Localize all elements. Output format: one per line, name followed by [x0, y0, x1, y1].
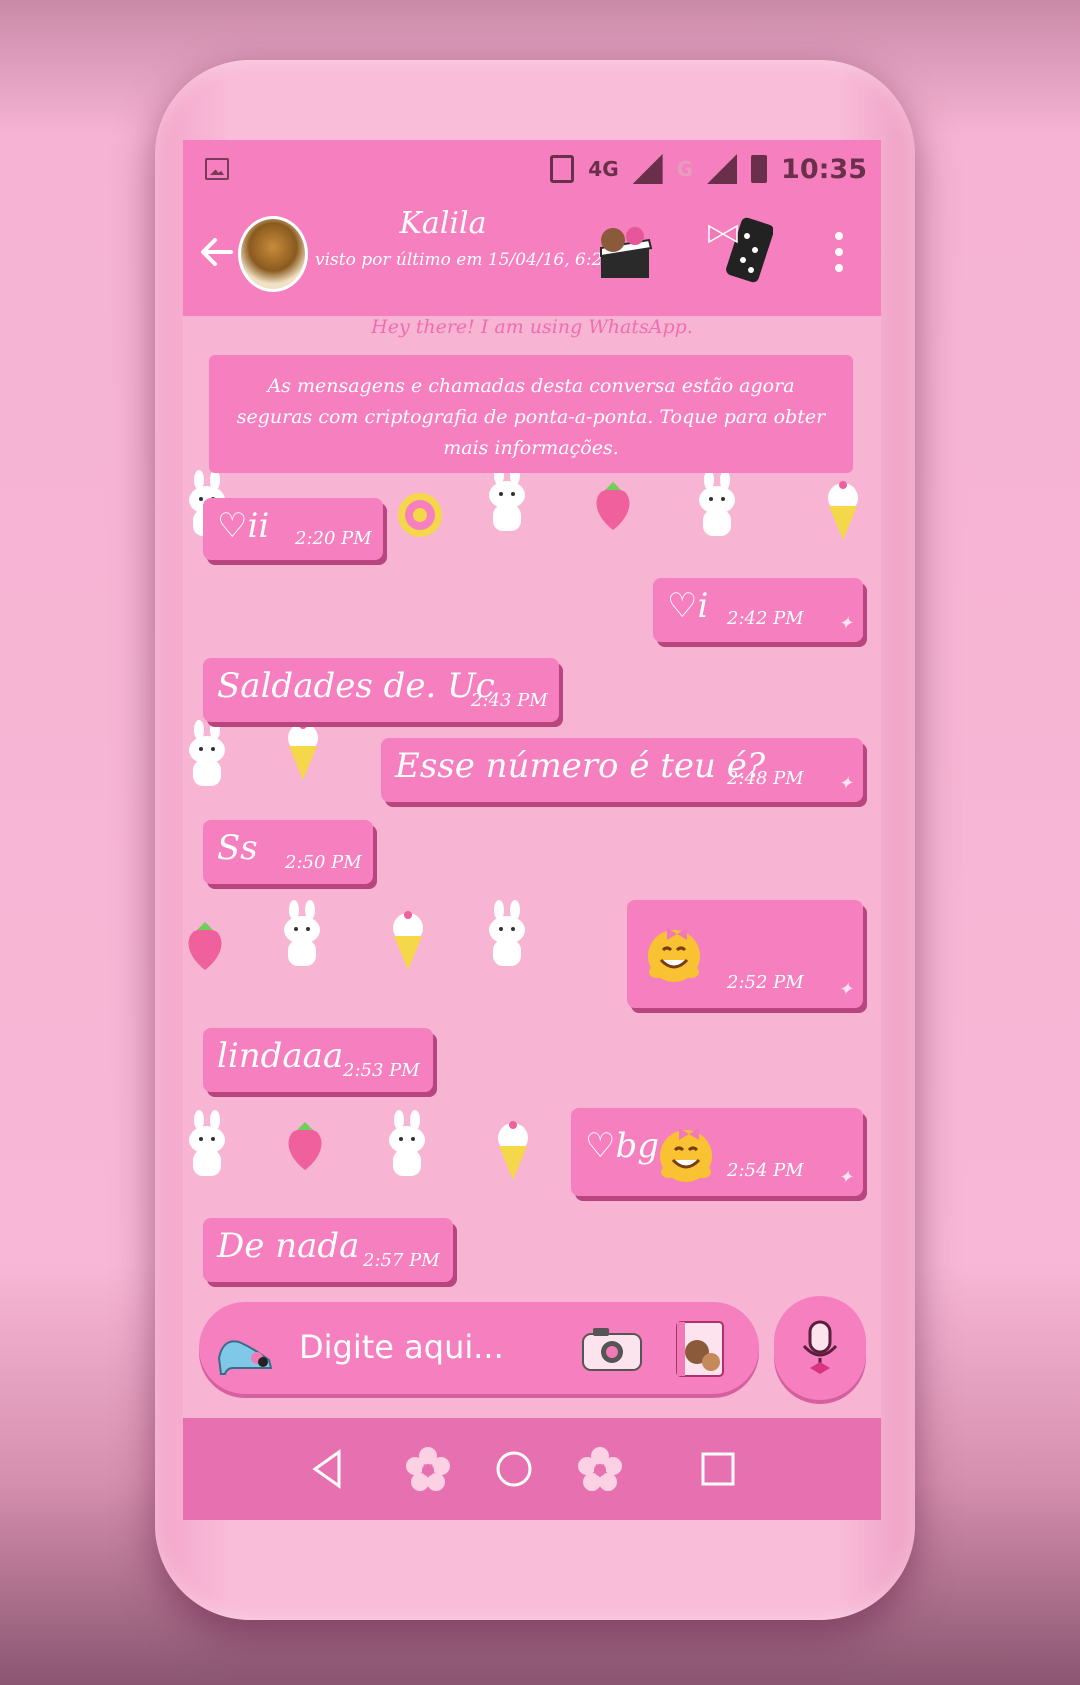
- star-icon: ✦: [837, 1167, 853, 1188]
- star-icon: ✦: [837, 979, 853, 1000]
- smiling-hug-emoji-icon: [660, 1128, 712, 1182]
- message-out[interactable]: Esse número é teu é? 2:48 PM ✦: [381, 738, 863, 802]
- star-icon: ✦: [837, 613, 853, 634]
- navigation-bar: [183, 1418, 881, 1520]
- microphone-button[interactable]: [774, 1296, 866, 1400]
- message-text: Saldades de. Uc: [217, 666, 495, 706]
- status-icons: 4G G 10:35: [550, 140, 867, 198]
- strawberry-icon: [188, 922, 222, 970]
- clapperboard-sticker-icon[interactable]: [593, 222, 663, 282]
- network-type-2: G: [676, 157, 694, 181]
- message-time: 2:53 PM: [343, 1060, 420, 1081]
- bunny-icon: [284, 900, 320, 966]
- message-in[interactable]: ♡ii 2:20 PM: [203, 498, 383, 560]
- message-time: 2:20 PM: [295, 528, 372, 549]
- message-input[interactable]: Digite aqui...: [299, 1328, 504, 1366]
- network-type: 4G: [588, 157, 619, 181]
- last-seen[interactable]: visto por último em 15/04/16, 6:21: [315, 250, 613, 270]
- bunny-icon: [389, 1110, 425, 1176]
- message-out[interactable]: ♡bg 2:54 PM ✦: [571, 1108, 863, 1196]
- status-bar: 4G G 10:35: [183, 140, 881, 198]
- battery-icon: [751, 155, 768, 183]
- message-input-bar[interactable]: Digite aqui...: [199, 1302, 759, 1394]
- message-time: 2:50 PM: [285, 852, 362, 873]
- vibrate-icon: [550, 155, 575, 183]
- shoe-icon[interactable]: [213, 1318, 277, 1378]
- strawberry-icon: [288, 1122, 322, 1170]
- message-in[interactable]: De nada 2:57 PM: [203, 1218, 453, 1282]
- donut-icon: [398, 493, 442, 537]
- camera-icon[interactable]: [579, 1324, 645, 1374]
- message-in[interactable]: Ss 2:50 PM: [203, 820, 373, 884]
- gallery-icon[interactable]: [671, 1318, 731, 1380]
- recents-square-icon[interactable]: [693, 1444, 743, 1494]
- phone-case-sticker-icon[interactable]: [703, 216, 774, 286]
- phone-screen: 4G G 10:35 Kalila visto por último em 15…: [183, 140, 881, 1520]
- image-notification-icon: [205, 158, 229, 180]
- chat-header: Kalila visto por último em 15/04/16, 6:2…: [183, 198, 881, 316]
- bunny-icon: [189, 720, 225, 786]
- signal-icon-2: [707, 154, 738, 184]
- more-vert-icon[interactable]: [833, 232, 845, 272]
- message-time: 2:57 PM: [363, 1250, 440, 1271]
- avatar[interactable]: [238, 216, 308, 292]
- message-text: De nada: [217, 1226, 360, 1266]
- message-time: 2:42 PM: [727, 608, 804, 629]
- microphone-icon: [802, 1320, 838, 1374]
- message-text: Esse número é teu é?: [395, 746, 766, 786]
- back-arrow-icon[interactable]: [197, 232, 237, 272]
- message-in[interactable]: Saldades de. Uc 2:43 PM: [203, 658, 559, 722]
- strawberry-icon: [596, 482, 630, 530]
- ice-cream-icon: [288, 721, 318, 780]
- contact-name[interactable]: Kalila: [323, 206, 563, 241]
- back-triangle-icon[interactable]: [303, 1444, 353, 1494]
- message-out[interactable]: 2:52 PM ✦: [627, 900, 863, 1008]
- message-text: lindaaa: [217, 1036, 344, 1076]
- bunny-icon: [699, 470, 735, 536]
- message-time: 2:43 PM: [471, 690, 548, 711]
- signal-icon: [632, 154, 663, 184]
- message-time: 2:54 PM: [727, 1160, 804, 1181]
- message-time: 2:52 PM: [727, 972, 804, 993]
- bunny-icon: [189, 1110, 225, 1176]
- flower-icon: [406, 1447, 450, 1491]
- message-text: Ss: [217, 828, 258, 868]
- ice-cream-icon: [498, 1121, 528, 1180]
- ice-cream-icon: [828, 481, 858, 540]
- encryption-notice[interactable]: As mensagens e chamadas desta conversa e…: [209, 355, 853, 473]
- bunny-icon: [489, 900, 525, 966]
- message-in[interactable]: lindaaa 2:53 PM: [203, 1028, 433, 1092]
- message-text: ♡i: [667, 586, 709, 626]
- home-circle-icon[interactable]: [489, 1444, 539, 1494]
- bunny-icon: [489, 465, 525, 531]
- star-icon: ✦: [837, 773, 853, 794]
- clock: 10:35: [781, 153, 867, 185]
- message-text: ♡ii: [217, 506, 270, 546]
- contact-status: Hey there! I am using WhatsApp.: [371, 316, 693, 338]
- message-text: ♡bg: [585, 1126, 660, 1166]
- flower-icon: [578, 1447, 622, 1491]
- smiling-hug-emoji-icon: [648, 928, 700, 982]
- message-out[interactable]: ♡i 2:42 PM ✦: [653, 578, 863, 642]
- ice-cream-icon: [393, 911, 423, 970]
- message-time: 2:48 PM: [727, 768, 804, 789]
